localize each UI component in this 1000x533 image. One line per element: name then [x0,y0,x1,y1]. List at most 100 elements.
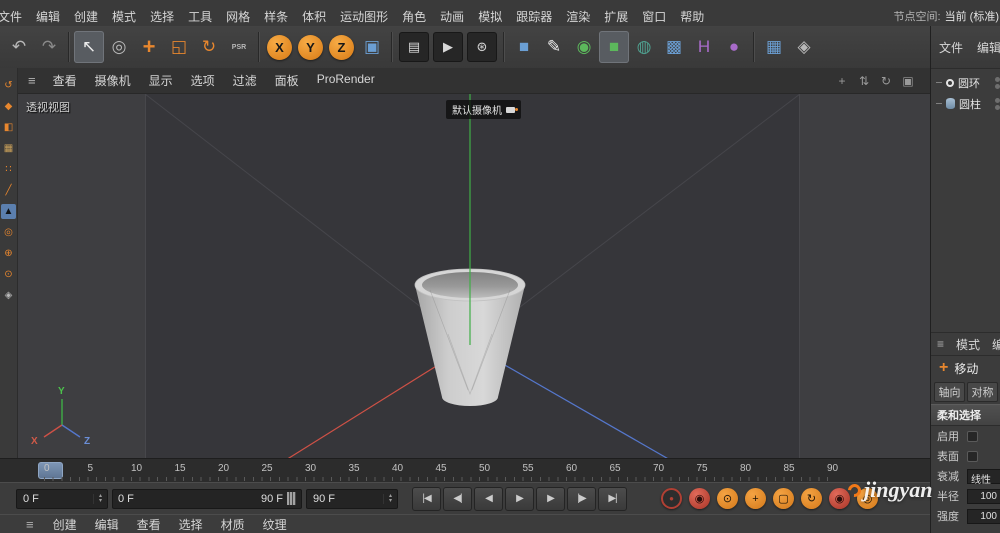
object-manager-menu-item[interactable]: 编辑 [977,39,1000,56]
viewport-menu-item[interactable]: 选项 [182,72,224,89]
menu-item[interactable]: 文件 [0,8,29,25]
scale-tool[interactable]: ◱ [164,31,194,63]
camera-label[interactable]: 默认摄像机 [446,100,521,119]
object-icon[interactable] [946,98,955,109]
materials-burger-icon[interactable]: ≡ [26,517,44,532]
spinner-arrows-icon[interactable]: ▴▾ [93,494,107,504]
selection-ring-tool[interactable]: ◎ [104,31,134,63]
record-scale-button[interactable]: ▢ [773,488,794,509]
lock-x-axis-button[interactable]: X [267,35,292,60]
object-row[interactable]: 圆柱 [931,93,1000,114]
object-manager-menu-item[interactable]: 文件 [939,39,963,56]
viewport-menu-item[interactable]: 查看 [44,72,86,89]
record-parameter-button[interactable]: ◉ [829,488,850,509]
lock-y-axis-button[interactable]: Y [298,35,323,60]
viewport-menu-item[interactable]: 摄像机 [86,72,140,89]
edges-mode-button[interactable]: ╱ [1,183,16,198]
zoom-view-icon[interactable]: ⇅ [856,73,872,89]
viewport-menu-item[interactable]: 过滤 [224,72,266,89]
render-view-button[interactable]: ▤ [399,32,429,62]
render-to-picture-viewer-button[interactable]: ▶ [433,32,463,62]
menu-item[interactable]: 工具 [181,8,219,25]
rotate-tool[interactable]: ↻ [194,31,224,63]
attribute-value[interactable] [967,431,978,442]
pan-view-icon[interactable]: + [834,73,850,89]
menu-item[interactable]: 模式 [105,8,143,25]
live-selection-tool[interactable]: ↖ [74,31,104,63]
menu-item[interactable]: 编辑 [29,8,67,25]
goto-end-button[interactable]: ▶| [598,487,627,511]
menu-item[interactable]: 样条 [257,8,295,25]
node-space-indicator[interactable]: 节点空间: 当前 (标准) [894,8,1000,24]
menu-item[interactable]: 跟踪器 [509,8,559,25]
attribute-tab[interactable]: 对称 [967,382,998,402]
keyframe-selection-button[interactable]: ⊙ [717,488,738,509]
preview-range-slider[interactable]: 0 F 90 F [112,489,302,509]
menu-item[interactable]: 选择 [143,8,181,25]
volume-builder-button[interactable]: ◍ [629,31,659,63]
menu-item[interactable]: 窗口 [635,8,673,25]
attribute-value[interactable]: 线性 [967,469,1000,484]
perspective-viewport[interactable]: Y X Z 透视视图 默认摄像机 [18,94,930,458]
add-primitive-cube-button[interactable]: ■ [509,31,539,63]
materials-menu-item[interactable]: 查看 [128,516,170,533]
menu-item[interactable]: 角色 [395,8,433,25]
model-mode-button[interactable]: ◆ [1,99,16,114]
record-pla-button[interactable]: ◎ [857,488,878,509]
menu-item[interactable]: 运动图形 [333,8,395,25]
prev-frame-button[interactable]: ◀ [474,487,503,511]
materials-menu-item[interactable]: 选择 [170,516,212,533]
symmetry-button[interactable]: H [689,31,719,63]
spinner-arrows-icon[interactable]: ▴▾ [383,494,397,504]
menu-item[interactable]: 模拟 [471,8,509,25]
polygons-mode-button[interactable]: ▲ [1,204,16,219]
metaball-button[interactable]: ● [719,31,749,63]
range-drag-handle-icon[interactable] [287,492,296,505]
attributes-burger-icon[interactable]: ≡ [937,337,944,351]
menu-item[interactable]: 网格 [219,8,257,25]
viewport-menu-item[interactable]: 面板 [266,72,308,89]
attribute-tab[interactable]: 轴向 [934,382,965,402]
soft-selection-section-header[interactable]: 柔和选择 [931,404,1000,426]
autokeying-button[interactable]: ◉ [689,488,710,509]
tweak-mode-button[interactable]: ◎ [1,225,16,240]
lock-z-axis-button[interactable]: Z [329,35,354,60]
visibility-dots-icon[interactable] [995,77,1000,89]
menu-item[interactable]: 体积 [295,8,333,25]
record-position-button[interactable]: + [745,488,766,509]
workplane-button[interactable]: ▦ [759,31,789,63]
object-row[interactable]: 圆环 [931,72,1000,93]
next-frame-button[interactable]: ▶ [536,487,565,511]
goto-prev-key-button[interactable]: ◀| [443,487,472,511]
object-icon[interactable] [946,79,954,87]
workplane-mode-button[interactable]: ▦ [1,141,16,156]
menu-item[interactable]: 扩展 [597,8,635,25]
snap-toggle-button[interactable]: ◈ [1,288,16,303]
render-settings-button[interactable]: ⊛ [467,32,497,62]
attribute-value[interactable] [967,451,978,462]
texture-mode-button[interactable]: ◧ [1,120,16,135]
timeline-ruler[interactable]: 051015202530354045505560657075808590 [0,458,930,483]
last-used-tool-psr[interactable]: PSR [224,31,254,63]
materials-menu-item[interactable]: 材质 [212,516,254,533]
play-button[interactable]: ▶ [505,487,534,511]
menu-item[interactable]: 帮助 [673,8,711,25]
attributes-menu-mode[interactable]: 模式 [956,336,980,353]
materials-menu-item[interactable]: 纹理 [254,516,296,533]
toggle-view-icon[interactable]: ▣ [900,73,916,89]
menu-item[interactable]: 渲染 [559,8,597,25]
generator-cube-button[interactable]: ■ [599,31,629,63]
materials-menu-item[interactable]: 编辑 [86,516,128,533]
subdivision-surface-button[interactable]: ◉ [569,31,599,63]
start-frame-field[interactable]: 0 F ▴▾ [16,489,108,509]
viewport-menu-item[interactable]: ProRender [308,72,384,89]
move-tool[interactable]: + [134,31,164,63]
rotate-view-icon[interactable]: ↻ [878,73,894,89]
attribute-value[interactable]: 100 [967,509,1000,524]
visibility-dots-icon[interactable] [995,98,1000,110]
menu-item[interactable]: 动画 [433,8,471,25]
goto-start-button[interactable]: |◀ [412,487,441,511]
make-editable-button[interactable]: ↺ [1,78,16,93]
menu-item[interactable]: 创建 [67,8,105,25]
enable-axis-button[interactable]: ⊕ [1,246,16,261]
